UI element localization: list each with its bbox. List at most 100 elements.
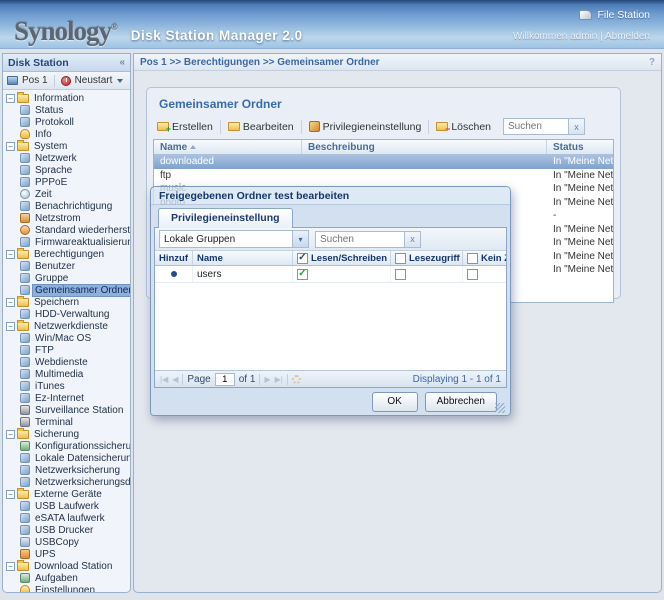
- tree-item[interactable]: System: [3, 140, 130, 152]
- tree-item[interactable]: FTP: [3, 344, 130, 356]
- tree-item[interactable]: Einstellungen: [3, 584, 130, 593]
- noaccess-checkbox[interactable]: [467, 269, 478, 280]
- table-row[interactable]: downloaded In "Meine Netzwe: [154, 155, 613, 169]
- tree-item[interactable]: USB Drucker: [3, 524, 130, 536]
- last-page-icon[interactable]: ▶|: [275, 375, 283, 384]
- tree-expander-icon[interactable]: [6, 250, 15, 259]
- tree-expander-icon[interactable]: [6, 562, 15, 571]
- noaccess-select-all-checkbox[interactable]: [467, 253, 478, 264]
- tree-expander-icon[interactable]: [6, 490, 15, 499]
- delete-button[interactable]: Löschen: [432, 119, 495, 135]
- tree-item[interactable]: Download Station: [3, 560, 130, 572]
- dialog-search-input[interactable]: [315, 231, 405, 248]
- pos1-button[interactable]: Pos 1: [22, 75, 48, 86]
- column-header-add[interactable]: Hinzuf: [155, 251, 193, 265]
- tree-expander-icon[interactable]: [6, 322, 15, 331]
- edit-button[interactable]: Bearbeiten: [224, 119, 298, 135]
- tree-item-label: Terminal: [33, 417, 75, 428]
- create-button[interactable]: Erstellen: [153, 119, 217, 135]
- chevron-down-icon[interactable]: [117, 79, 123, 83]
- tree-item[interactable]: Berechtigungen: [3, 248, 130, 260]
- group-type-select[interactable]: Lokale Gruppen ▾: [159, 230, 309, 248]
- dialog-titlebar[interactable]: Freigegebenen Ordner test bearbeiten: [151, 187, 510, 205]
- tree-item-icon: [20, 237, 30, 247]
- tree-item[interactable]: Multimedia: [3, 368, 130, 380]
- tree-item[interactable]: Benutzer: [3, 260, 130, 272]
- page-number-input[interactable]: [215, 373, 235, 386]
- resize-grip[interactable]: [495, 403, 505, 413]
- tree-item[interactable]: Gemeinsamer Ordner: [3, 284, 130, 296]
- tree-expander-icon[interactable]: [6, 94, 15, 103]
- column-header-readwrite[interactable]: Lesen/Schreiben: [293, 251, 391, 265]
- tree-item[interactable]: Gruppe: [3, 272, 130, 284]
- column-header-status[interactable]: Status: [547, 140, 613, 154]
- tree-item[interactable]: Aufgaben: [3, 572, 130, 584]
- tree-item[interactable]: Standard wiederherstellen: [3, 224, 130, 236]
- tree-item[interactable]: Sprache: [3, 164, 130, 176]
- tree-item-icon: [20, 225, 30, 235]
- tree-item[interactable]: Netzstrom: [3, 212, 130, 224]
- file-station-button[interactable]: File Station: [579, 9, 650, 21]
- table-row[interactable]: ftp In "Meine Netzwe: [154, 169, 613, 183]
- next-page-icon[interactable]: ▶: [264, 375, 270, 384]
- column-header-name[interactable]: Name: [193, 251, 293, 265]
- tab-privileges[interactable]: Privilegieneinstellung: [158, 208, 293, 228]
- tree-item[interactable]: Netzwerk: [3, 152, 130, 164]
- tree-item[interactable]: Information: [3, 92, 130, 104]
- tree-item[interactable]: Terminal: [3, 416, 130, 428]
- tree-item[interactable]: Netzwerkdienste: [3, 320, 130, 332]
- tree-item[interactable]: iTunes: [3, 380, 130, 392]
- tree-item[interactable]: Firmwareaktualisierung: [3, 236, 130, 248]
- page-of-label: of 1: [239, 374, 256, 385]
- privilege-row[interactable]: users: [155, 266, 506, 283]
- readwrite-select-all-checkbox[interactable]: [297, 253, 308, 264]
- tree-item[interactable]: PPPoE: [3, 176, 130, 188]
- tree-expander-icon[interactable]: [6, 142, 15, 151]
- cancel-button[interactable]: Abbrechen: [425, 392, 497, 412]
- tree-item[interactable]: USBCopy: [3, 536, 130, 548]
- column-header-name[interactable]: Name: [154, 140, 302, 154]
- privileges-button[interactable]: Privilegieneinstellung: [305, 119, 426, 135]
- tree-item[interactable]: Netzwerksicherung: [3, 464, 130, 476]
- tree-item[interactable]: Speichern: [3, 296, 130, 308]
- tree-item[interactable]: Status: [3, 104, 130, 116]
- tree-item[interactable]: eSATA laufwerk: [3, 512, 130, 524]
- readonly-checkbox[interactable]: [395, 269, 406, 280]
- chevron-down-icon[interactable]: ▾: [292, 231, 308, 247]
- clear-search-icon[interactable]: x: [405, 231, 421, 248]
- column-header-noaccess[interactable]: Kein Zugriff: [463, 251, 506, 265]
- tree-item[interactable]: Surveillance Station: [3, 404, 130, 416]
- tree-item[interactable]: Win/Mac OS: [3, 332, 130, 344]
- tree-item[interactable]: Sicherung: [3, 428, 130, 440]
- refresh-icon[interactable]: [292, 375, 301, 384]
- tree-item[interactable]: Benachrichtigung: [3, 200, 130, 212]
- tree-item[interactable]: Zeit: [3, 188, 130, 200]
- cell-status: In "Meine Netzwe: [547, 236, 613, 250]
- tree-expander-icon[interactable]: [6, 298, 15, 307]
- logout-link[interactable]: Abmelden: [605, 31, 650, 42]
- tree-item[interactable]: Webdienste: [3, 356, 130, 368]
- tree-item[interactable]: Externe Geräte: [3, 488, 130, 500]
- tree-item[interactable]: Konfigurationssicherung: [3, 440, 130, 452]
- first-page-icon[interactable]: |◀: [160, 375, 168, 384]
- tree-item[interactable]: Info: [3, 128, 130, 140]
- tree-item[interactable]: Ez-Internet: [3, 392, 130, 404]
- tree-item[interactable]: Lokale Datensicherung: [3, 452, 130, 464]
- readonly-select-all-checkbox[interactable]: [395, 253, 406, 264]
- readwrite-checkbox[interactable]: [297, 269, 308, 280]
- tree-item[interactable]: Protokoll: [3, 116, 130, 128]
- tree-expander-icon[interactable]: [6, 430, 15, 439]
- ok-button[interactable]: OK: [372, 392, 418, 412]
- column-header-readonly[interactable]: Lesezugriff: [391, 251, 463, 265]
- tree-item[interactable]: Netzwerksicherungsdienst: [3, 476, 130, 488]
- tree-item[interactable]: USB Laufwerk: [3, 500, 130, 512]
- previous-page-icon[interactable]: ◀: [172, 375, 178, 384]
- tree-item[interactable]: HDD-Verwaltung: [3, 308, 130, 320]
- tree-item[interactable]: UPS: [3, 548, 130, 560]
- help-icon[interactable]: ?: [649, 57, 655, 68]
- clear-search-icon[interactable]: x: [569, 118, 585, 135]
- column-header-description[interactable]: Beschreibung: [302, 140, 547, 154]
- collapse-sidebar-icon[interactable]: «: [119, 57, 125, 68]
- search-input[interactable]: [503, 118, 569, 135]
- restart-button[interactable]: Neustart: [75, 75, 113, 86]
